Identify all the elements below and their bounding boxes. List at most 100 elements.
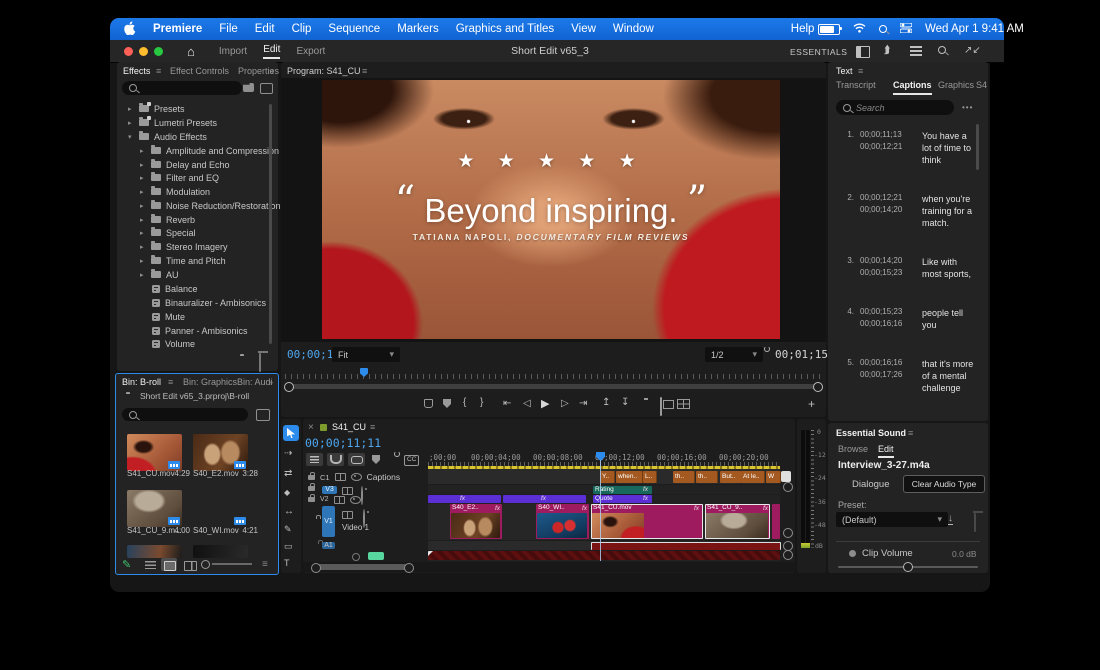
program-scrollbar[interactable] <box>289 384 817 389</box>
sync-lock-icon[interactable] <box>342 487 353 495</box>
v3-track-header[interactable] <box>308 486 315 491</box>
quick-export-icon[interactable] <box>910 46 922 56</box>
list-view-icon[interactable] <box>145 561 156 569</box>
captions-options-icon[interactable]: ••• <box>962 103 973 112</box>
text-panel-menu-icon[interactable]: ≡ <box>858 66 863 76</box>
caption-clip[interactable]: But.. <box>720 471 742 483</box>
tab-effects[interactable]: Effects <box>123 66 150 76</box>
sync-lock-icon[interactable] <box>334 496 345 504</box>
tab-bin-broll[interactable]: Bin: B-roll <box>122 377 161 387</box>
zoom-window-button[interactable] <box>154 47 163 56</box>
clear-audio-type-button[interactable]: Clear Audio Type <box>903 475 985 493</box>
effects-scrollbar[interactable] <box>269 104 272 344</box>
mark-out-icon[interactable]: } <box>480 397 483 408</box>
tab-export[interactable]: Export <box>296 46 325 57</box>
delete-icon[interactable] <box>259 353 261 372</box>
workspace-panel-icon[interactable] <box>856 46 870 58</box>
control-center-icon[interactable] <box>900 20 912 38</box>
captions-track-header[interactable]: C1 Captions <box>308 472 400 482</box>
video-clip[interactable]: S40_E2..fx <box>450 504 502 539</box>
effects-tree-item[interactable]: ▾Audio Effects <box>128 130 207 143</box>
program-video[interactable]: ★ ★ ★ ★ ★ “ Beyond inspiring. ” TATIANA … <box>322 80 780 339</box>
audio-clip-selected[interactable] <box>591 542 781 551</box>
go-to-in-icon[interactable]: ⇤ <box>503 398 511 409</box>
audio-type-label[interactable]: Dialogue <box>852 479 890 490</box>
caption-clip[interactable]: th.. <box>696 471 718 483</box>
effects-tree-item[interactable]: ▸Amplitude and Compression <box>140 144 279 157</box>
close-sequence-icon[interactable]: × <box>308 422 314 433</box>
fullscreen-icon[interactable]: ↗↙ <box>964 45 981 56</box>
timeline-panel-menu-icon[interactable]: ≡ <box>370 422 375 432</box>
tab-effect-controls[interactable]: Effect Controls <box>170 66 229 76</box>
comparison-view-icon[interactable] <box>660 397 662 416</box>
effects-search-input[interactable] <box>122 81 242 95</box>
vscroll-handle-top[interactable] <box>783 482 793 492</box>
track-output-eye-icon[interactable] <box>350 496 361 504</box>
search-bin-icon[interactable] <box>256 409 270 421</box>
v3-source-patch[interactable]: V3 <box>322 486 337 494</box>
mark-in-icon[interactable]: { <box>463 397 466 408</box>
menu-graphics-titles[interactable]: Graphics and Titles <box>456 23 554 35</box>
play-button[interactable]: ▶ <box>541 397 549 410</box>
graphic-clip[interactable]: fx <box>428 495 501 503</box>
slip-tool[interactable]: ↔ <box>284 506 294 517</box>
menu-clip[interactable]: Clip <box>292 23 312 35</box>
effects-tree-item[interactable]: Volume <box>152 337 195 350</box>
tab-partial[interactable]: S4 <box>976 80 987 90</box>
caption-lane-badge-icon[interactable] <box>781 471 791 482</box>
clip-volume-slider-knob[interactable] <box>903 562 913 572</box>
a2-automation-chip[interactable] <box>368 552 384 560</box>
graphic-clip[interactable]: fx <box>503 495 586 503</box>
home-icon[interactable]: ⌂ <box>187 44 195 59</box>
captions-visibility-icon[interactable]: CC <box>404 455 419 466</box>
tab-import[interactable]: Import <box>219 46 247 57</box>
essential-sound-menu-icon[interactable]: ≡ <box>908 428 913 438</box>
freeform-view-icon[interactable] <box>184 561 197 571</box>
minimize-window-button[interactable] <box>139 47 148 56</box>
project-writable-pen-icon[interactable]: ✎ <box>122 558 131 571</box>
workspace-label[interactable]: ESSENTIALS <box>790 47 847 57</box>
track-output-eye-icon[interactable] <box>351 473 362 481</box>
a1-source-patch[interactable]: A1 <box>322 542 335 549</box>
video-clip[interactable]: S40_WI..fx <box>536 504 589 539</box>
effects-tree-item[interactable]: ▸Presets <box>128 102 185 115</box>
menu-file[interactable]: File <box>219 23 238 35</box>
caption-clip[interactable]: L.. <box>643 471 657 483</box>
caption-clip[interactable]: Y.. <box>600 471 615 483</box>
effects-tree-item[interactable]: ▸Noise Reduction/Restoration <box>140 199 281 212</box>
multi-camera-icon[interactable] <box>677 399 690 409</box>
bin-automation-menu-icon[interactable]: ≡ <box>262 559 268 570</box>
effects-tree-item[interactable]: Mute <box>152 310 185 323</box>
video-clip[interactable] <box>772 504 780 539</box>
timeline-hscroll-thumb[interactable] <box>316 564 408 570</box>
video-clip-selected[interactable]: S41_CU_9..fx <box>705 504 770 539</box>
effects-tree-item[interactable]: Panner - Ambisonics <box>152 324 248 337</box>
effects-tree-item[interactable]: ▸Reverb <box>140 213 195 226</box>
hscroll-handle-left[interactable] <box>311 563 321 573</box>
effects-tree-item[interactable]: ▸Modulation <box>140 185 210 198</box>
step-forward-icon[interactable]: ▷ <box>561 398 569 409</box>
sync-lock-icon[interactable] <box>342 511 353 519</box>
caption-clip[interactable]: when.. <box>616 471 643 483</box>
menu-window[interactable]: Window <box>613 23 654 35</box>
effects-tree-item[interactable]: ▸Delay and Echo <box>140 158 230 171</box>
clip-thumbnail[interactable] <box>127 434 182 471</box>
effects-tree-item[interactable]: ▸AU <box>140 268 179 281</box>
tab-edit[interactable]: Edit <box>263 44 280 59</box>
effects-tree-item[interactable]: Balance <box>152 282 198 295</box>
menu-edit[interactable]: Edit <box>255 23 275 35</box>
effects-panel-menu-icon[interactable]: ≡ <box>156 66 161 76</box>
effects-tree-item[interactable]: ▸Time and Pitch <box>140 254 226 267</box>
track-select-tool[interactable]: ⇢ <box>284 448 292 459</box>
bin-panel-menu-icon[interactable]: ≡ <box>168 377 173 387</box>
hscroll-handle-right[interactable] <box>404 563 414 573</box>
audio-effects-badge-icon[interactable] <box>260 83 273 94</box>
search-zoom-icon[interactable] <box>938 46 946 54</box>
video-clip-selected[interactable]: S41_CU.movfx <box>591 504 703 539</box>
bin-search-input[interactable] <box>122 408 248 421</box>
menu-help[interactable]: Help <box>791 23 815 35</box>
quote-graphic-clip[interactable]: Quotefx <box>593 495 652 503</box>
fit-dropdown[interactable]: Fit▾ <box>332 347 400 362</box>
effects-tree-item[interactable]: ▸Special <box>140 226 196 239</box>
music-audio-clip[interactable] <box>428 551 780 560</box>
